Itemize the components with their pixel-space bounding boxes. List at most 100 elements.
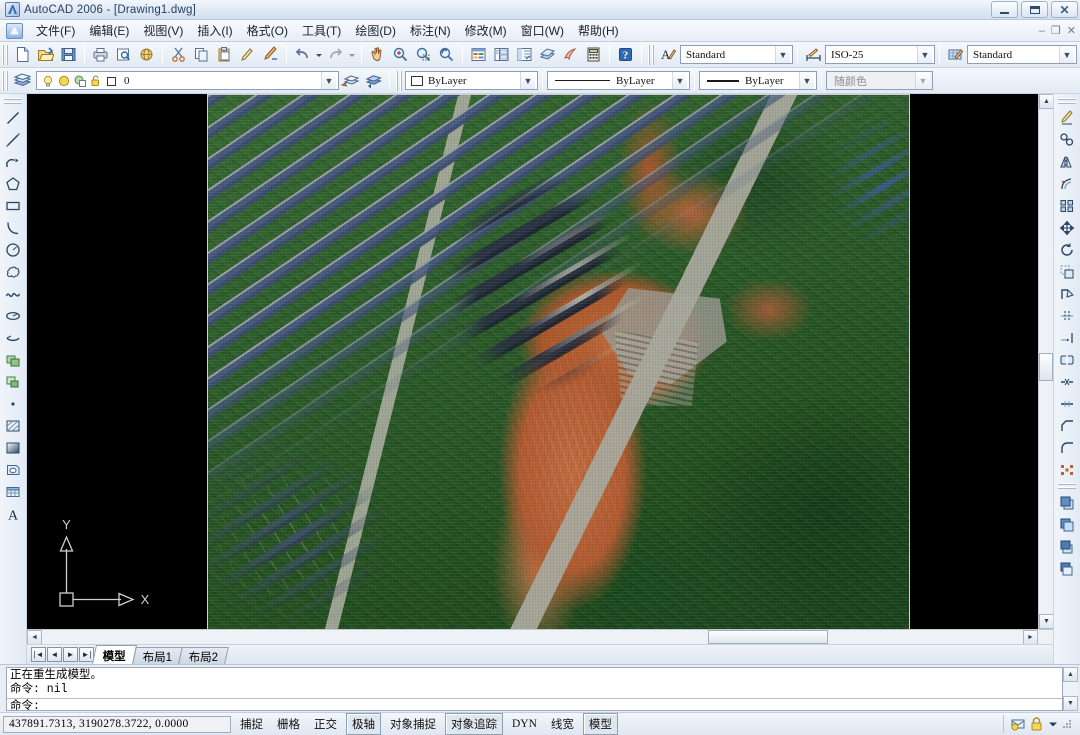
text-style-combo[interactable]: Standard ▼ <box>680 45 793 64</box>
command-scrollbar[interactable]: ▲ ▼ <box>1063 667 1078 711</box>
rotate-icon[interactable] <box>1056 239 1079 261</box>
modify-toolbar-grip[interactable] <box>1058 98 1076 104</box>
markup-icon[interactable] <box>559 44 582 66</box>
command-scroll-up-button[interactable]: ▲ <box>1063 667 1078 682</box>
block-editor-icon[interactable] <box>259 44 282 66</box>
publish-icon[interactable] <box>135 44 158 66</box>
table-icon[interactable] <box>2 481 25 503</box>
elliptical-arc-icon[interactable] <box>2 327 25 349</box>
paste-icon[interactable] <box>213 44 236 66</box>
quickcalc-icon[interactable] <box>582 44 605 66</box>
undo-dropdown-icon[interactable] <box>314 44 324 66</box>
menu-item-insert[interactable]: 插入(I) <box>190 19 239 42</box>
open-icon[interactable] <box>34 44 57 66</box>
first-tab-icon[interactable]: |◄ <box>31 647 46 662</box>
status-toggle-snap[interactable]: 捕捉 <box>235 714 268 734</box>
make-object-layer-current-icon[interactable] <box>339 70 362 92</box>
menu-item-dimension[interactable]: 标注(N) <box>403 19 458 42</box>
join-icon[interactable] <box>1056 393 1079 415</box>
horizontal-scroll-thumb[interactable] <box>708 630 828 644</box>
scroll-down-button[interactable]: ▼ <box>1039 614 1053 629</box>
menu-item-file[interactable]: 文件(F) <box>29 19 82 42</box>
layout-tab-model[interactable]: 模型 <box>91 645 138 664</box>
save-icon[interactable] <box>57 44 80 66</box>
chevron-down-icon[interactable]: ▼ <box>321 72 336 89</box>
menu-item-view[interactable]: 视图(V) <box>136 19 190 42</box>
vertical-scroll-thumb[interactable] <box>1039 353 1053 381</box>
menu-item-window[interactable]: 窗口(W) <box>514 19 571 42</box>
scroll-up-button[interactable]: ▲ <box>1039 94 1053 109</box>
text-style-icon[interactable]: A <box>657 44 680 66</box>
chevron-down-icon[interactable]: ▼ <box>917 46 932 63</box>
horizontal-scrollbar[interactable]: ◄ ► <box>27 629 1053 645</box>
gradient-icon[interactable] <box>2 437 25 459</box>
dim-style-icon[interactable] <box>802 44 825 66</box>
match-properties-icon[interactable] <box>236 44 259 66</box>
scroll-right-button[interactable]: ► <box>1023 630 1038 645</box>
layer-properties-icon[interactable] <box>11 70 34 92</box>
layout-tab-layout2[interactable]: 布局2 <box>178 647 230 664</box>
new-icon[interactable] <box>11 44 34 66</box>
designcenter-icon[interactable] <box>490 44 513 66</box>
dim-style-combo[interactable]: ISO-25 ▼ <box>825 45 935 64</box>
fillet-icon[interactable] <box>1056 437 1079 459</box>
make-block-icon[interactable] <box>2 371 25 393</box>
scroll-left-button[interactable]: ◄ <box>27 630 42 645</box>
multiline-text-icon[interactable]: A <box>2 503 25 525</box>
close-button[interactable]: ✕ <box>1051 1 1078 18</box>
polyline-icon[interactable] <box>2 151 25 173</box>
chevron-down-icon[interactable]: ▼ <box>1059 46 1074 63</box>
coordinate-display[interactable]: 437891.7313, 3190278.3722, 0.0000 <box>3 715 231 733</box>
status-toggle-grid[interactable]: 栅格 <box>272 714 305 734</box>
color-combo[interactable]: ByLayer ▼ <box>405 71 538 90</box>
trim-icon[interactable] <box>1056 305 1079 327</box>
toolbar-lock-icon[interactable] <box>1029 716 1045 732</box>
menu-item-draw[interactable]: 绘图(D) <box>348 19 403 42</box>
polygon-icon[interactable] <box>2 173 25 195</box>
circle-icon[interactable] <box>2 239 25 261</box>
status-toggle-model[interactable]: 模型 <box>582 713 618 735</box>
mdi-minimize-button[interactable]: – <box>1039 25 1045 37</box>
break-at-point-icon[interactable] <box>1056 349 1079 371</box>
drawing-canvas[interactable]: Y X ▲ ▼ <box>27 94 1053 629</box>
mdi-restore-button[interactable]: ❐ <box>1051 24 1061 37</box>
rectangle-icon[interactable] <box>2 195 25 217</box>
horizontal-scroll-track[interactable] <box>42 630 1023 644</box>
erase-icon[interactable] <box>1056 107 1079 129</box>
status-toggle-otrack[interactable]: 对象追踪 <box>445 713 503 735</box>
mirror-icon[interactable] <box>1056 151 1079 173</box>
resize-grip-icon[interactable] <box>1061 718 1073 730</box>
vertical-scrollbar[interactable]: ▲ ▼ <box>1038 94 1053 629</box>
line-icon[interactable] <box>2 107 25 129</box>
sheetset-icon[interactable] <box>536 44 559 66</box>
move-icon[interactable] <box>1056 217 1079 239</box>
extend-icon[interactable] <box>1056 327 1079 349</box>
zoom-previous-icon[interactable] <box>435 44 458 66</box>
region-icon[interactable] <box>2 459 25 481</box>
insert-block-icon[interactable] <box>2 349 25 371</box>
plot-preview-icon[interactable] <box>112 44 135 66</box>
table-style-icon[interactable] <box>944 44 967 66</box>
mdi-close-button[interactable]: ✕ <box>1067 24 1076 37</box>
status-toggle-dyn[interactable]: DYN <box>507 716 542 732</box>
linetype-combo[interactable]: ByLayer ▼ <box>547 71 690 90</box>
chamfer-icon[interactable] <box>1056 415 1079 437</box>
command-scroll-down-button[interactable]: ▼ <box>1063 696 1078 711</box>
pan-realtime-icon[interactable] <box>366 44 389 66</box>
tool-palettes-icon[interactable] <box>513 44 536 66</box>
explode-icon[interactable] <box>1056 459 1079 481</box>
redo-dropdown-icon[interactable] <box>347 44 357 66</box>
status-toggle-lineweight[interactable]: 线宽 <box>546 714 579 734</box>
zoom-window-icon[interactable] <box>412 44 435 66</box>
construction-line-icon[interactable] <box>2 129 25 151</box>
draworder-below-icon[interactable] <box>1056 558 1079 580</box>
copy-object-icon[interactable] <box>1056 129 1079 151</box>
array-icon[interactable] <box>1056 195 1079 217</box>
next-tab-icon[interactable]: ► <box>63 647 78 662</box>
draworder-above-icon[interactable] <box>1056 536 1079 558</box>
draworder-front-icon[interactable] <box>1056 492 1079 514</box>
chevron-down-icon[interactable]: ▼ <box>799 72 814 89</box>
menu-item-modify[interactable]: 修改(M) <box>458 19 514 42</box>
menu-item-tools[interactable]: 工具(T) <box>295 19 348 42</box>
chevron-down-icon[interactable]: ▼ <box>672 72 687 89</box>
